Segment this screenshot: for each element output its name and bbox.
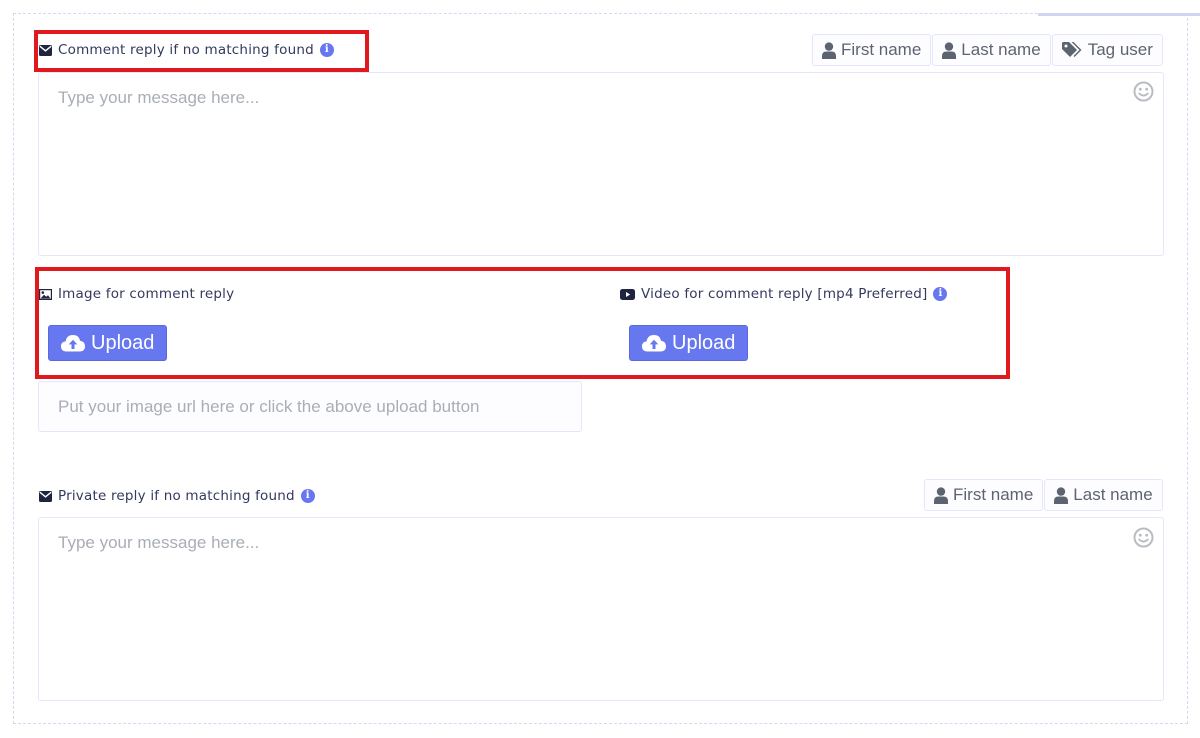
- first-name-tag-button[interactable]: First name: [924, 479, 1044, 511]
- first-name-tag-button[interactable]: First name: [812, 34, 932, 66]
- cloud-upload-icon: [642, 335, 666, 352]
- last-name-tag-label: Last name: [961, 40, 1041, 59]
- tag-user-button[interactable]: Tag user: [1051, 34, 1163, 66]
- user-icon: [822, 41, 836, 59]
- video-upload-button[interactable]: Upload: [629, 325, 749, 361]
- private-reply-tag-buttons: First name Last name: [923, 479, 1163, 511]
- last-name-tag-button[interactable]: Last name: [1044, 479, 1163, 511]
- smiley-icon[interactable]: [1133, 527, 1154, 552]
- last-name-tag-button[interactable]: Last name: [932, 34, 1051, 66]
- image-icon: [39, 288, 52, 300]
- first-name-tag-label: First name: [841, 40, 922, 59]
- image-upload-button[interactable]: Upload: [48, 325, 168, 361]
- user-icon: [942, 41, 957, 59]
- info-icon[interactable]: i: [933, 287, 948, 301]
- user-icon: [934, 486, 948, 504]
- first-name-tag-label: First name: [953, 485, 1034, 504]
- info-icon[interactable]: i: [319, 43, 334, 57]
- envelope-icon: [39, 490, 52, 502]
- smiley-icon[interactable]: [1133, 81, 1154, 106]
- reply-settings-page: Comment reply if no matching found i Fir…: [0, 0, 1200, 738]
- private-reply-textarea[interactable]: [38, 517, 1164, 701]
- image-reply-label-text: Image for comment reply: [58, 286, 235, 302]
- tab-indicator: [1038, 13, 1200, 16]
- image-url-input[interactable]: [38, 381, 582, 432]
- tags-icon: [1061, 41, 1082, 57]
- image-reply-label: Image for comment reply: [39, 286, 234, 302]
- cloud-upload-icon: [61, 335, 85, 352]
- video-reply-label: Video for comment reply [mp4 Preferred] …: [620, 286, 948, 302]
- comment-reply-tag-buttons: First name Last name Tag user: [811, 34, 1163, 66]
- user-icon: [1054, 486, 1069, 504]
- video-upload-label: Upload: [672, 331, 736, 354]
- youtube-icon: [620, 288, 635, 300]
- comment-reply-label: Comment reply if no matching found i: [39, 42, 334, 58]
- tag-user-label: Tag user: [1087, 40, 1153, 59]
- private-reply-label: Private reply if no matching found i: [39, 488, 315, 504]
- comment-reply-label-text: Comment reply if no matching found: [58, 42, 314, 58]
- image-upload-label: Upload: [91, 331, 155, 354]
- info-icon[interactable]: i: [300, 489, 315, 503]
- video-reply-label-text: Video for comment reply [mp4 Preferred]: [641, 286, 928, 302]
- comment-reply-textarea[interactable]: [38, 72, 1164, 256]
- private-reply-label-text: Private reply if no matching found: [58, 488, 295, 504]
- envelope-icon: [39, 44, 52, 56]
- last-name-tag-label: Last name: [1073, 485, 1153, 504]
